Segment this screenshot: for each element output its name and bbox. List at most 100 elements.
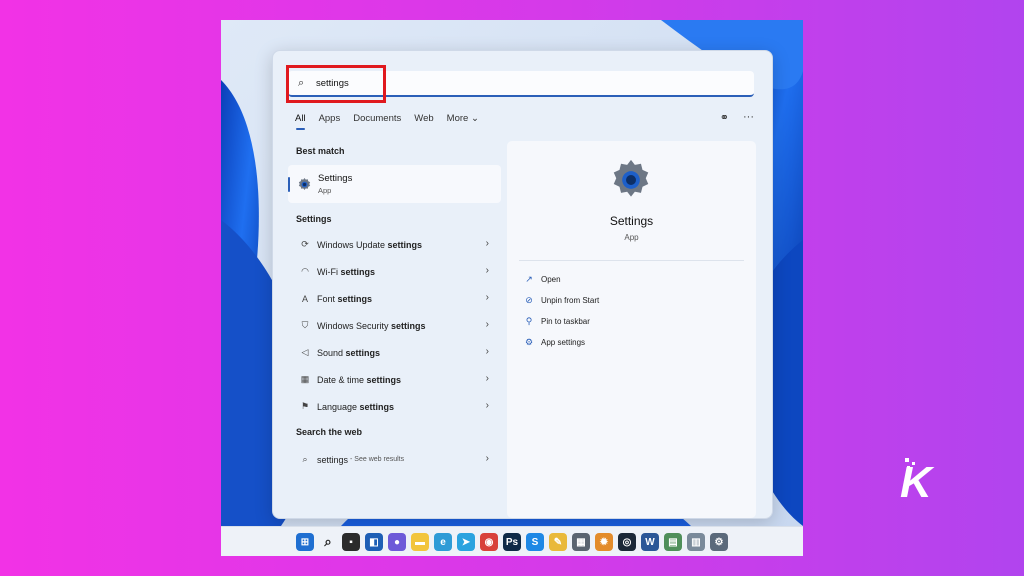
word-icon[interactable]: W: [641, 533, 659, 551]
app-green-icon[interactable]: ▤: [664, 533, 682, 551]
taskbar: ⊞ ⌕ ▪ ◧ ● ▬ e ➤ ◉ Ps S ✎ ▦ ✹ ◎ W ▤ ▥ ⚙: [221, 526, 803, 556]
panel-toolbar: ⚭ ···: [720, 111, 754, 124]
filter-tabs: All Apps Documents Web More ⌄: [295, 113, 479, 130]
divider: [519, 260, 744, 261]
item-label: Windows Security: [317, 320, 392, 331]
chevron-right-icon: ›: [485, 400, 489, 411]
item-label-bold: settings: [391, 320, 426, 331]
refresh-icon: ⟳: [301, 239, 309, 249]
item-label-bold: settings: [359, 401, 395, 412]
tab-web[interactable]: Web: [414, 113, 433, 130]
tab-documents[interactable]: Documents: [353, 113, 401, 130]
chevron-right-icon: ›: [485, 265, 489, 276]
steam-icon[interactable]: ◎: [618, 533, 636, 551]
search-icon: ⌕: [302, 454, 308, 464]
unpin-icon: ⊘: [525, 295, 533, 305]
more-options-icon[interactable]: ···: [743, 111, 754, 124]
windows-start-icon[interactable]: ⊞: [296, 533, 314, 551]
calculator-icon[interactable]: ▦: [572, 533, 590, 551]
item-label: Language: [317, 401, 360, 412]
list-item[interactable]: ⛉ Windows Security settings ›: [288, 312, 501, 339]
action-label: Unpin from Start: [541, 296, 600, 305]
best-match-heading: Best match: [296, 146, 345, 156]
pin-icon: ⚲: [525, 316, 533, 326]
list-item[interactable]: A Font settings ›: [288, 285, 501, 312]
wifi-icon: ◠: [301, 266, 309, 276]
settings-icon[interactable]: ⚙: [710, 533, 728, 551]
results-list: Best match Settings App Settings ⟳ Windo…: [288, 141, 501, 473]
best-match-subtitle: App: [318, 186, 332, 195]
web-query: settings: [317, 454, 349, 465]
gear-icon: ⚙: [524, 337, 534, 347]
watermark-logo: K: [900, 458, 932, 507]
item-label-bold: settings: [340, 266, 376, 277]
settings-list: ⟳ Windows Update settings › ◠ Wi-Fi sett…: [288, 231, 501, 420]
search-panel: ⌕ All Apps Documents Web More ⌄ ⚭ ··· Be…: [272, 50, 773, 519]
item-label: Font: [317, 293, 338, 304]
font-icon: A: [301, 293, 308, 304]
chevron-right-icon: ›: [485, 373, 489, 384]
desktop-screen: ⌕ All Apps Documents Web More ⌄ ⚭ ··· Be…: [221, 20, 803, 556]
detail-app-type: App: [624, 233, 639, 242]
item-label: Windows Update: [317, 239, 388, 250]
open-action[interactable]: ↗ Open: [523, 269, 599, 290]
tab-all[interactable]: All: [295, 113, 306, 130]
telegram-icon[interactable]: ➤: [457, 533, 475, 551]
best-match-title: Settings: [318, 173, 353, 184]
calendar-icon: ▦: [300, 374, 310, 384]
language-icon: ⚑: [300, 401, 310, 411]
detail-actions: ↗ Open ⊘ Unpin from Start ⚲ Pin to taskb…: [523, 269, 599, 353]
photoshop-icon[interactable]: Ps: [503, 533, 521, 551]
list-item[interactable]: ⚑ Language settings ›: [288, 393, 501, 420]
widgets-icon[interactable]: ◧: [365, 533, 383, 551]
chevron-right-icon: ›: [485, 292, 489, 303]
best-match-item[interactable]: Settings App: [288, 165, 501, 203]
search-icon[interactable]: ⌕: [319, 533, 337, 551]
list-item[interactable]: ▦ Date & time settings ›: [288, 366, 501, 393]
speaker-icon: ◁: [301, 347, 309, 357]
file-explorer-icon[interactable]: ▬: [411, 533, 429, 551]
item-label: Wi-Fi: [317, 266, 341, 277]
detail-app-name: Settings: [609, 214, 654, 228]
list-item[interactable]: ◁ Sound settings ›: [288, 339, 501, 366]
task-view-icon[interactable]: ▪: [342, 533, 360, 551]
item-label-bold: settings: [387, 239, 423, 250]
item-label-bold: settings: [366, 374, 402, 385]
settings-large-icon: [608, 157, 654, 208]
edge-icon[interactable]: e: [434, 533, 452, 551]
chevron-right-icon: ›: [485, 453, 489, 464]
search-web-heading: Search the web: [296, 427, 363, 437]
shield-icon: ⛉: [301, 320, 309, 330]
web-search-item[interactable]: ⌕ settings - See web results ›: [288, 446, 501, 473]
settings-heading: Settings: [296, 214, 332, 224]
detail-pane: Settings App ↗ Open ⊘ Unpin from Start ⚲…: [507, 141, 756, 518]
unpin-action[interactable]: ⊘ Unpin from Start: [523, 290, 599, 311]
item-label-bold: settings: [345, 347, 381, 358]
tab-more[interactable]: More ⌄: [447, 113, 479, 130]
list-item[interactable]: ◠ Wi-Fi settings ›: [288, 258, 501, 285]
app-chart-icon[interactable]: ▥: [687, 533, 705, 551]
action-label: Pin to taskbar: [541, 317, 590, 326]
tab-apps[interactable]: Apps: [319, 113, 341, 130]
item-label-bold: settings: [337, 293, 373, 304]
chrome-icon[interactable]: ◉: [480, 533, 498, 551]
action-label: Open: [541, 275, 561, 284]
item-label: Sound: [317, 347, 346, 358]
search-highlight-annotation: [286, 65, 386, 103]
item-label: Date & time: [317, 374, 367, 385]
accounts-icon[interactable]: ⚭: [720, 111, 729, 124]
chevron-right-icon: ›: [485, 346, 489, 357]
chevron-right-icon: ›: [485, 319, 489, 330]
app-blue-icon[interactable]: S: [526, 533, 544, 551]
chat-icon[interactable]: ●: [388, 533, 406, 551]
settings-gear-icon: [296, 176, 312, 192]
pin-taskbar-action[interactable]: ⚲ Pin to taskbar: [523, 311, 599, 332]
sticky-icon[interactable]: ✎: [549, 533, 567, 551]
app-settings-action[interactable]: ⚙ App settings: [523, 332, 599, 353]
gear-yellow-icon[interactable]: ✹: [595, 533, 613, 551]
action-label: App settings: [541, 338, 586, 347]
open-icon: ↗: [525, 274, 533, 284]
list-item[interactable]: ⟳ Windows Update settings ›: [288, 231, 501, 258]
web-hint: - See web results: [350, 456, 405, 463]
chevron-right-icon: ›: [485, 238, 489, 249]
